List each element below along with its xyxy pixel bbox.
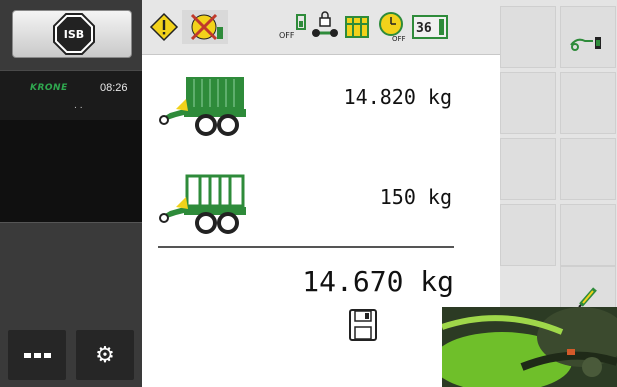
tare-weight: 150 kg [379,185,452,209]
softkey-3[interactable] [500,72,556,134]
softkey-1[interactable] [500,6,556,68]
softkey-4[interactable] [560,72,616,134]
softkey-6[interactable] [560,138,616,200]
counter-label: 36 [416,21,432,36]
timer-off-label: OFF [392,35,406,43]
forbidden-icon[interactable] [182,10,228,44]
timer-off-icon[interactable]: OFF [378,10,408,44]
settings-button[interactable]: ⚙ [76,330,134,380]
wagon-empty-icon [156,173,248,239]
left-panel: ISB KRONE 08:26 . . ⚙ [0,0,142,387]
menu-button[interactable] [8,330,66,380]
brand-logo: KRONE [30,83,68,93]
warning-icon[interactable] [148,10,180,44]
softkey-hitch[interactable] [560,6,616,68]
isb-button[interactable]: ISB [12,10,132,58]
menu-icon [23,352,51,358]
toolbar: OFF OFF 36 [142,0,500,55]
counter-icon[interactable]: 36 [412,10,448,44]
status-dots: . . [74,101,83,111]
wagon-full-icon [156,75,248,141]
camera-feed [442,307,617,387]
clock: 08:26 [100,82,128,94]
net-weight: 14.670 kg [302,265,454,298]
off-fill-icon[interactable]: OFF [278,10,308,44]
softkey-7[interactable] [500,204,556,266]
status-bar: KRONE 08:26 . . [0,70,142,120]
gear-icon: ⚙ [95,342,115,368]
aux-panel-lower [0,222,142,330]
softkey-8[interactable] [560,204,616,266]
lock-axle-icon[interactable] [310,10,340,44]
hitch-icon [570,37,601,51]
save-icon[interactable] [348,308,378,346]
divider [158,246,454,248]
table-icon[interactable] [342,10,372,44]
softkey-5[interactable] [500,138,556,200]
aux-panel [0,120,142,222]
gross-weight: 14.820 kg [343,85,452,109]
off-label: OFF [279,31,295,40]
